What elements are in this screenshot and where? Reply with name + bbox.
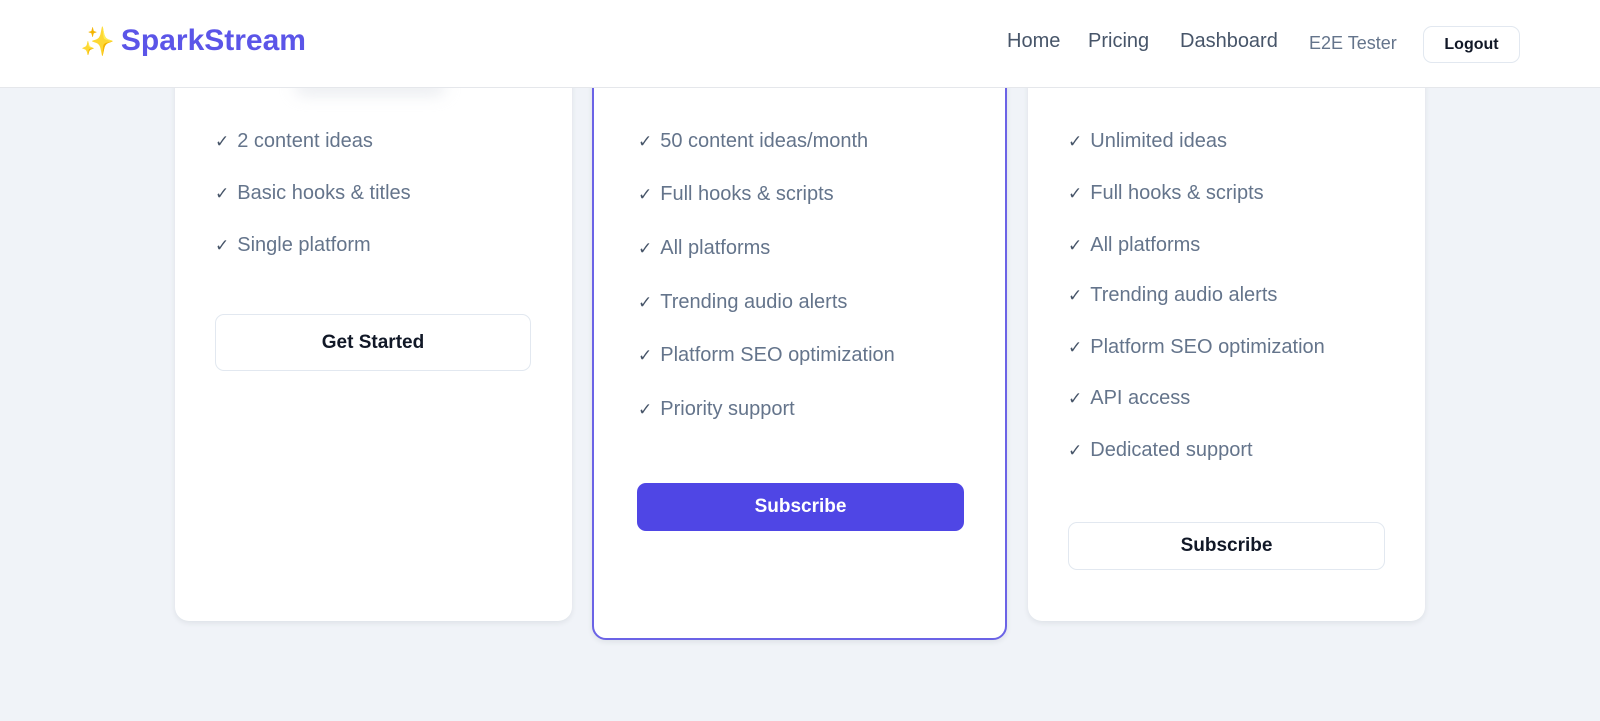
check-icon: ✓ [1068, 338, 1083, 357]
check-icon: ✓ [1068, 389, 1083, 408]
check-icon: ✓ [215, 184, 230, 203]
feature-item: ✓ 50 content ideas/month [638, 130, 869, 152]
nav-link-home[interactable]: Home [1007, 30, 1060, 53]
nav-link-pricing[interactable]: Pricing [1088, 30, 1149, 53]
brand-logo[interactable]: ✨ SparkStream [80, 24, 306, 58]
check-icon: ✓ [638, 185, 653, 204]
check-icon: ✓ [638, 132, 653, 151]
check-icon: ✓ [638, 293, 653, 312]
feature-item: ✓ Unlimited ideas [1068, 130, 1227, 152]
check-icon: ✓ [215, 236, 230, 255]
feature-item: ✓ API access [1068, 387, 1191, 409]
feature-item: ✓ Platform SEO optimization [1068, 336, 1325, 358]
feature-item: ✓ 2 content ideas [215, 130, 373, 152]
top-navbar: ✨ SparkStream Home Pricing Dashboard E2E… [0, 0, 1600, 88]
feature-item: ✓ Dedicated support [1068, 439, 1253, 461]
feature-item: ✓ Basic hooks & titles [215, 182, 411, 204]
user-name: E2E Tester [1309, 33, 1397, 53]
plan-card-starter: ✓ 2 content ideas ✓ Basic hooks & titles ✓… [175, 28, 572, 621]
plan-card-pro: ✓ 50 content ideas/month ✓ Full hooks & sc… [592, 12, 1007, 640]
check-icon: ✓ [1068, 286, 1083, 305]
feature-item: ✓ Trending audio alerts [1068, 284, 1278, 306]
subscribe-agency-button[interactable]: Subscribe [1068, 522, 1385, 570]
brand-name: SparkStream [120, 24, 306, 57]
check-icon: ✓ [1068, 132, 1083, 151]
feature-item: ✓ Full hooks & scripts [638, 183, 834, 205]
check-icon: ✓ [215, 132, 230, 151]
get-started-button[interactable]: Get Started [215, 314, 531, 371]
check-icon: ✓ [1068, 184, 1083, 203]
check-icon: ✓ [1068, 441, 1083, 460]
subscribe-pro-button[interactable]: Subscribe [637, 483, 964, 531]
sparkles-icon: ✨ [80, 25, 115, 57]
feature-item: ✓ All platforms [638, 237, 771, 259]
check-icon: ✓ [638, 400, 653, 419]
feature-item: ✓ Platform SEO optimization [638, 344, 895, 366]
feature-item: ✓ Full hooks & scripts [1068, 182, 1264, 204]
check-icon: ✓ [1068, 236, 1083, 255]
feature-item: ✓ All platforms [1068, 234, 1201, 256]
check-icon: ✓ [638, 346, 653, 365]
feature-item: ✓ Priority support [638, 398, 795, 420]
nav-link-dashboard[interactable]: Dashboard [1180, 30, 1278, 53]
check-icon: ✓ [638, 239, 653, 258]
logout-button[interactable]: Logout [1423, 26, 1520, 63]
feature-item: ✓ Single platform [215, 234, 371, 256]
plan-card-agency: ✓ Unlimited ideas ✓ Full hooks & scripts ✓… [1028, 16, 1425, 621]
feature-item: ✓ Trending audio alerts [638, 291, 848, 313]
